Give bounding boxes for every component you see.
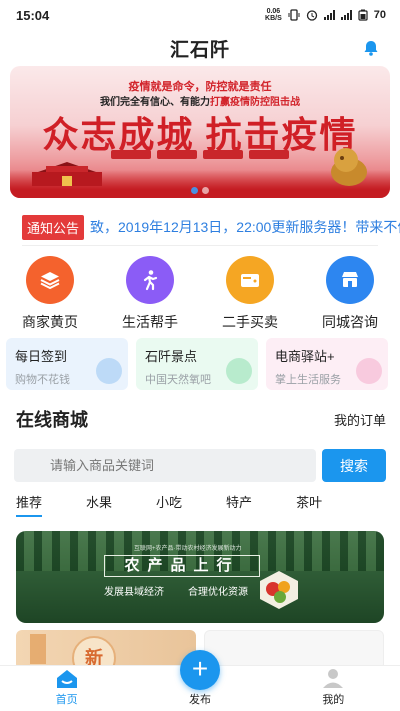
divider xyxy=(22,245,378,246)
tab-mine[interactable]: 我的 xyxy=(267,666,400,711)
battery-icon xyxy=(358,9,368,21)
promo-scenic-spots[interactable]: 石阡景点 中国天然氧吧 xyxy=(136,338,258,390)
mountain-icon xyxy=(226,358,252,384)
promo-cards: 每日签到 购物不花钱 石阡景点 中国天然氧吧 电商驿站+ 掌上生活服务 xyxy=(6,338,396,390)
product-tabs: 推荐 水果 小吃 特产 茶叶 xyxy=(16,492,366,517)
product-search: 搜索 xyxy=(14,449,386,482)
layers-icon xyxy=(26,256,74,304)
category-label: 生活帮手 xyxy=(122,314,178,330)
home-icon xyxy=(56,670,77,688)
app-title: 汇石阡 xyxy=(169,39,230,61)
category-local-consult[interactable]: 同城咨询 xyxy=(300,256,400,332)
banner-carousel[interactable]: 疫情就是命令，防控就是责任 我们完全有信心、有能力打赢疫情防控阻击战 众志成城 … xyxy=(10,66,390,198)
alarm-icon xyxy=(306,10,317,21)
agri-promo-banner[interactable]: 互联网+农产品·带动农村经济发展新动力 农产品上行 发展县域经济 合理优化资源 xyxy=(16,531,384,623)
banner-slogan-right: 合理优化资源 xyxy=(188,587,248,598)
fruit-basket-icon xyxy=(260,571,298,609)
user-icon xyxy=(323,669,344,688)
category-label: 二手买卖 xyxy=(222,314,278,330)
category-grid: 商家黄页 生活帮手 二手买卖 同城咨询 xyxy=(0,256,400,332)
product-card[interactable]: 新 xyxy=(16,630,196,670)
my-orders-link[interactable]: 我的订单 xyxy=(334,410,386,429)
plus-icon: + xyxy=(191,653,209,684)
tab-label: 首页 xyxy=(55,694,78,706)
tab-tea[interactable]: 茶叶 xyxy=(296,492,322,517)
battery-level: 70 xyxy=(373,9,386,21)
carousel-dots xyxy=(191,187,209,194)
shop-icon xyxy=(326,256,374,304)
notice-bar[interactable]: 通知公告 致，2019年12月13日，22:00更新服务器！带来不便 xyxy=(0,212,400,246)
bell-icon[interactable] xyxy=(362,39,380,57)
search-input[interactable] xyxy=(14,449,316,482)
category-second-hand[interactable]: 二手买卖 xyxy=(200,256,300,332)
calendar-icon xyxy=(96,358,122,384)
seal-icon xyxy=(30,634,46,664)
category-life-helper[interactable]: 生活帮手 xyxy=(100,256,200,332)
status-icons: 0.06 KB/S 70 xyxy=(265,8,386,22)
notice-tag: 通知公告 xyxy=(22,214,85,240)
tab-fruit[interactable]: 水果 xyxy=(86,492,112,517)
wallet-icon xyxy=(226,256,274,304)
category-merchant-directory[interactable]: 商家黄页 xyxy=(0,256,100,332)
category-label: 商家黄页 xyxy=(22,314,78,330)
product-card[interactable] xyxy=(204,630,384,670)
signal-icon xyxy=(323,10,335,20)
network-speed: 0.06 KB/S xyxy=(265,8,282,22)
banner-line1: 疫情就是命令，防控就是责任 xyxy=(128,81,272,93)
signal-icon xyxy=(340,10,352,20)
promo-daily-checkin[interactable]: 每日签到 购物不花钱 xyxy=(6,338,128,390)
tab-home[interactable]: 首页 xyxy=(0,666,133,711)
tab-specialties[interactable]: 特产 xyxy=(226,492,252,517)
publish-plus-button[interactable]: + xyxy=(180,650,220,690)
banner-title: 农产品上行 xyxy=(104,555,260,577)
vibrate-icon xyxy=(288,9,300,21)
tab-label: 发布 xyxy=(188,694,211,706)
category-label: 同城咨询 xyxy=(322,314,378,330)
tab-snacks[interactable]: 小吃 xyxy=(156,492,182,517)
walker-icon xyxy=(126,256,174,304)
shop-header: 在线商城 我的订单 xyxy=(16,406,386,432)
banner-tagline: 互联网+农产品·带动农村经济发展新动力 xyxy=(134,546,242,552)
section-title: 在线商城 xyxy=(16,410,88,430)
search-button[interactable]: 搜索 xyxy=(322,449,386,482)
tab-recommended[interactable]: 推荐 xyxy=(16,492,43,517)
app-header: 汇石阡 xyxy=(0,30,400,66)
status-bar: 15:04 0.06 KB/S 70 xyxy=(0,0,400,30)
notice-text[interactable]: 致，2019年12月13日，22:00更新服务器！带来不便 xyxy=(90,217,400,237)
gift-icon xyxy=(356,358,382,384)
status-time: 15:04 xyxy=(16,7,50,23)
tab-label: 我的 xyxy=(322,694,345,706)
promo-ecommerce-station[interactable]: 电商驿站+ 掌上生活服务 xyxy=(266,338,388,390)
banner-slogan-left: 发展县域经济 xyxy=(104,587,164,598)
lion-statue-icon xyxy=(331,148,367,186)
tiananmen-icon xyxy=(32,162,102,186)
